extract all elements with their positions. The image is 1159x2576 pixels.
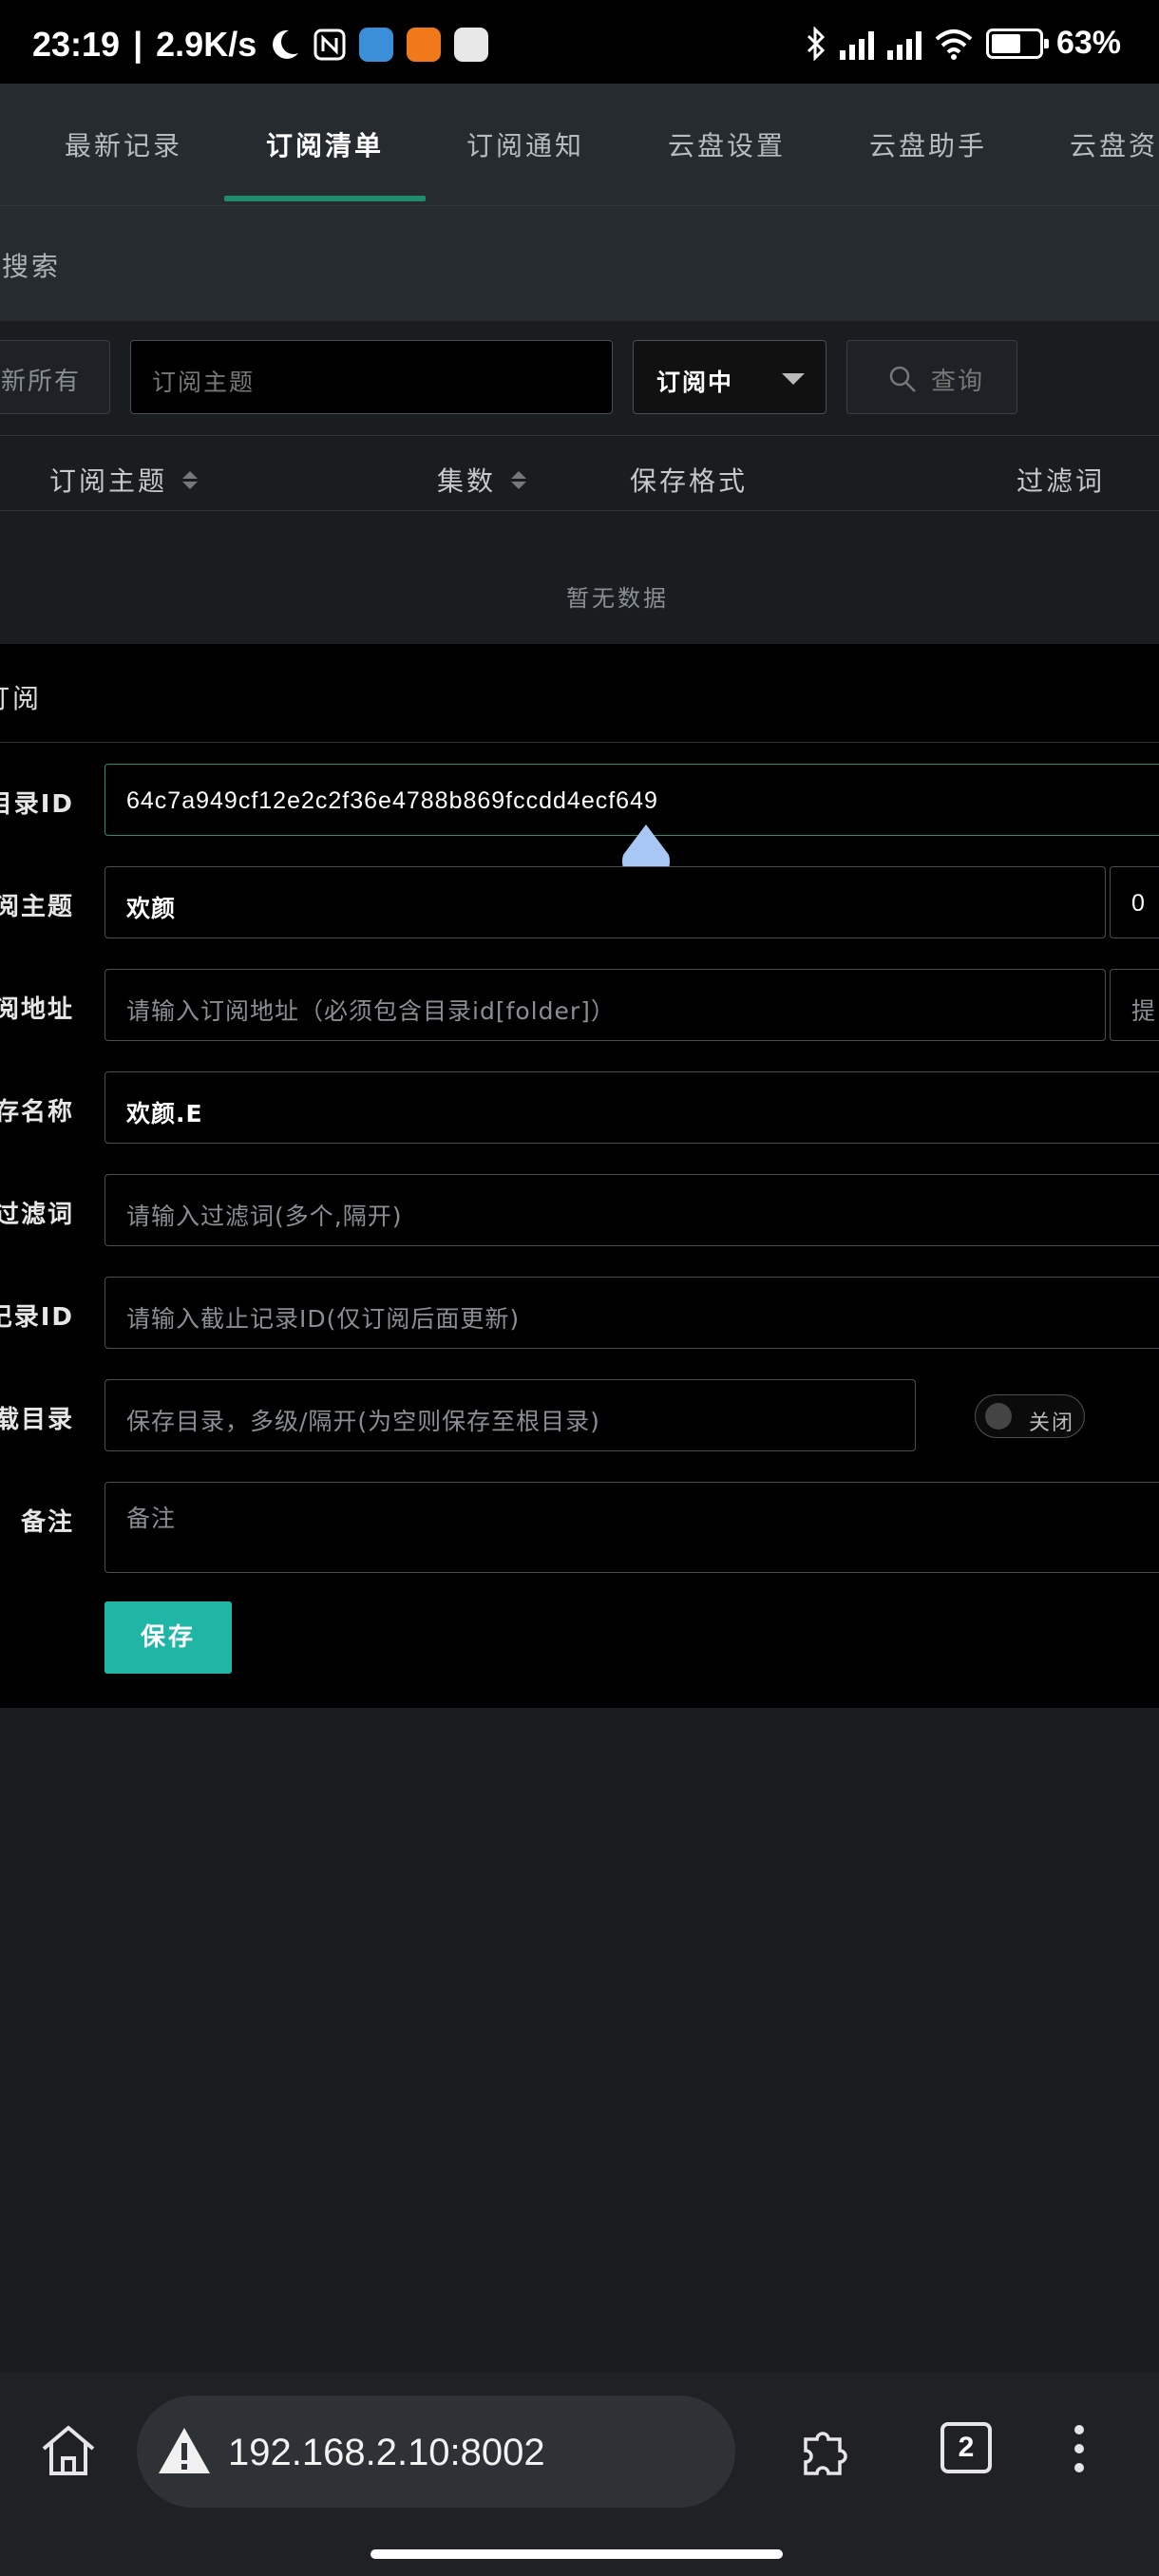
- extract-button[interactable]: 提: [1110, 969, 1159, 1041]
- search-icon: [889, 366, 916, 392]
- refresh-all-button[interactable]: 新所有: [0, 340, 110, 414]
- tab-cloud-resources[interactable]: 云盘资: [1070, 125, 1158, 163]
- column-filter-words: 过滤词: [1016, 465, 1106, 497]
- note-textarea[interactable]: 备注: [104, 1482, 1159, 1573]
- url-label: 阅地址: [0, 995, 74, 1024]
- sort-icon: [182, 470, 199, 489]
- form-title: 订阅: [0, 683, 43, 714]
- topic-input[interactable]: 欢颜: [104, 866, 1106, 938]
- notes-app-icon: [454, 28, 489, 62]
- top-tabs: 最新记录 订阅清单 订阅通知 云盘设置 云盘助手 云盘资: [0, 84, 1159, 205]
- tab-cloud-assistant[interactable]: 云盘助手: [869, 125, 987, 163]
- episode-count-input[interactable]: 0: [1110, 866, 1159, 938]
- tab-switcher-button[interactable]: 2: [940, 2422, 992, 2473]
- search-section-header: 搜索: [0, 205, 1159, 321]
- wifi-icon: [935, 28, 973, 60]
- toggle-knob: [985, 1403, 1012, 1430]
- home-icon[interactable]: [38, 2422, 99, 2479]
- status-select-value: 订阅中: [656, 369, 734, 396]
- dir-id-label: 目录ID: [0, 790, 74, 819]
- gesture-bar[interactable]: [370, 2549, 783, 2559]
- subscription-url-input[interactable]: 请输入订阅地址（必须包含目录id[folder]）: [104, 969, 1106, 1041]
- chevron-down-icon: [782, 373, 805, 385]
- tab-latest-records[interactable]: 最新记录: [65, 125, 182, 163]
- extensions-icon[interactable]: [798, 2424, 855, 2479]
- cell-signal-1-icon: [839, 28, 874, 60]
- battery-icon: [985, 28, 1049, 59]
- filter-bar: 新所有 订阅主题 订阅中 查询: [0, 321, 1159, 435]
- status-select[interactable]: 订阅中: [633, 340, 826, 414]
- stop-record-id-input[interactable]: 请输入截止记录ID(仅订阅后面更新): [104, 1277, 1159, 1349]
- save-button[interactable]: 保存: [104, 1601, 232, 1674]
- active-tab-indicator: [224, 196, 426, 201]
- sort-icon: [511, 470, 527, 489]
- form-header: 订阅: [0, 644, 1159, 743]
- empty-text: 暂无数据: [566, 585, 669, 612]
- table-empty-state: 暂无数据: [0, 511, 1159, 644]
- save-name-input[interactable]: 欢颜.E: [104, 1071, 1159, 1144]
- tab-cloud-settings[interactable]: 云盘设置: [668, 125, 786, 163]
- note-label: 备注: [20, 1508, 74, 1537]
- filter-words-input[interactable]: 请输入过滤词(多个,隔开): [104, 1174, 1159, 1246]
- query-button-label: 查询: [931, 368, 985, 396]
- address-bar[interactable]: 192.168.2.10:8002: [137, 2396, 735, 2508]
- column-save-format: 保存格式: [630, 465, 749, 497]
- url-text: 192.168.2.10:8002: [228, 2432, 545, 2473]
- qbittorrent-app-icon: [359, 28, 394, 62]
- status-bar: 23:19 | 2.9K/s 63%: [0, 0, 1159, 84]
- battery-percent: 63%: [1055, 25, 1121, 61]
- query-button[interactable]: 查询: [846, 340, 1017, 414]
- save-dir-label: 载目录: [0, 1406, 74, 1434]
- nfc-icon: [314, 28, 346, 61]
- toggle-label: 关闭: [1029, 1411, 1075, 1435]
- column-topic[interactable]: 订阅主题: [49, 461, 199, 499]
- table-header: 订阅主题 集数 保存格式 过滤词: [0, 435, 1159, 511]
- topic-search-input[interactable]: 订阅主题: [130, 340, 613, 414]
- filter-label: 过滤词: [0, 1201, 74, 1229]
- topic-label: 阅主题: [0, 893, 74, 921]
- stop-id-label: 记录ID: [0, 1303, 74, 1332]
- orange-app-icon: [407, 28, 442, 62]
- cell-signal-2-icon: [886, 28, 922, 60]
- column-episodes[interactable]: 集数: [437, 461, 527, 499]
- bluetooth-icon: [807, 26, 826, 61]
- moon-icon: [273, 29, 299, 59]
- save-name-label: 存名称: [0, 1098, 74, 1127]
- network-speed: 2.9K/s: [156, 25, 257, 64]
- tab-subscription-list[interactable]: 订阅清单: [266, 125, 384, 163]
- browser-toolbar: 192.168.2.10:8002 2: [0, 2373, 1159, 2576]
- clock: 23:19: [32, 25, 121, 64]
- search-section-title: 搜索: [2, 251, 62, 282]
- tab-subscription-notify[interactable]: 订阅通知: [466, 125, 584, 163]
- auto-toggle[interactable]: 关闭: [975, 1394, 1085, 1438]
- more-menu-icon[interactable]: [1068, 2422, 1091, 2475]
- warning-icon[interactable]: [156, 2424, 213, 2477]
- page-background: [0, 1708, 1159, 2373]
- save-dir-input[interactable]: 保存目录，多级/隔开(为空则保存至根目录): [104, 1379, 916, 1451]
